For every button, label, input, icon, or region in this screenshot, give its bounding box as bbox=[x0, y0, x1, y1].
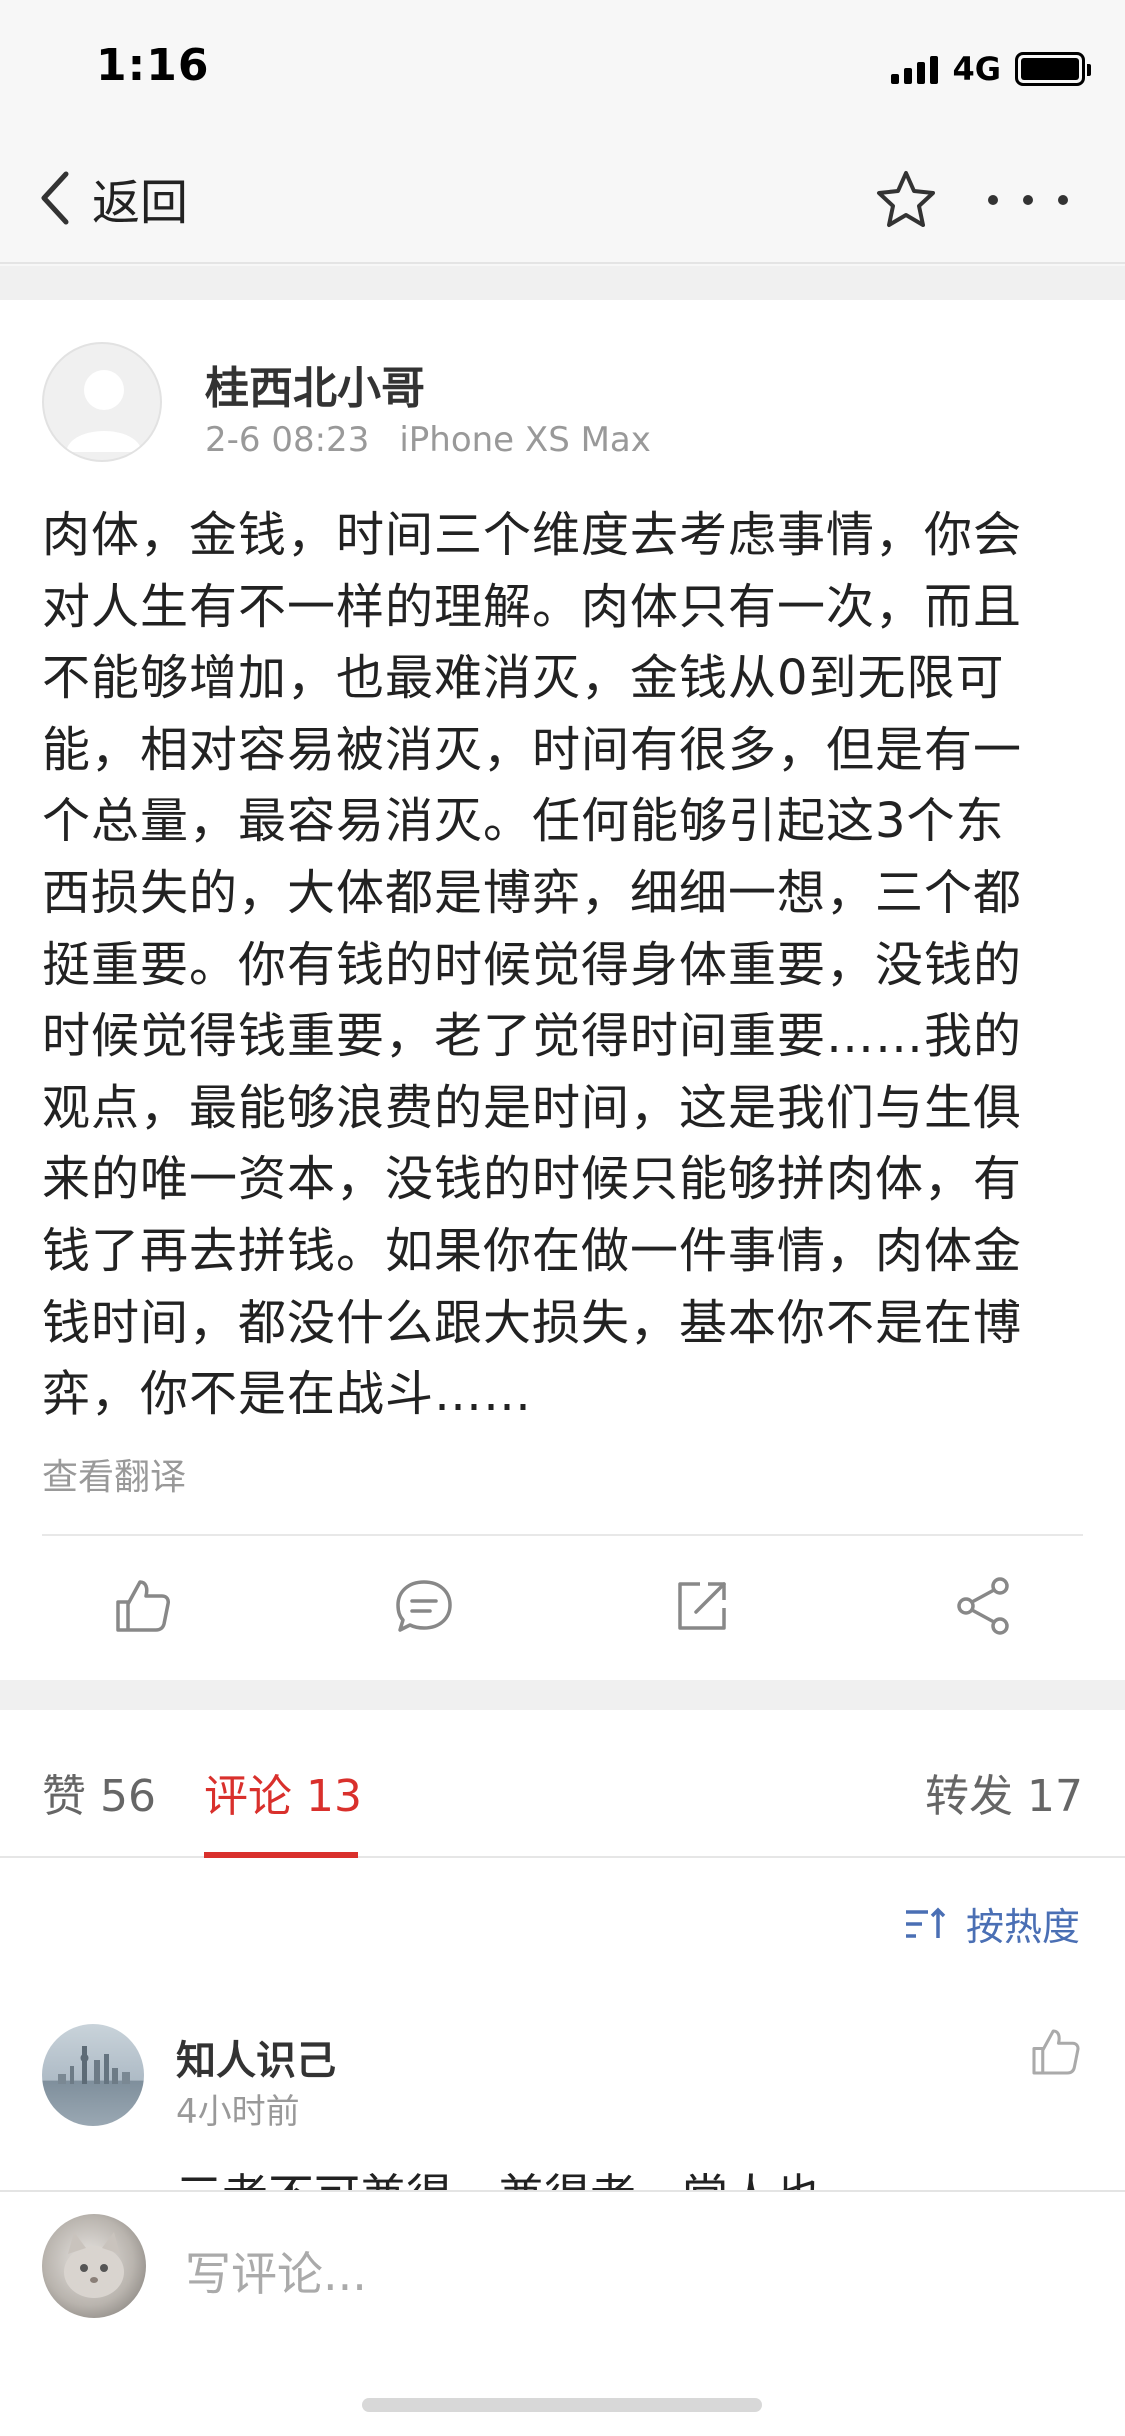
section-gap bbox=[0, 1680, 1125, 1710]
status-time: 1:16 bbox=[96, 40, 210, 91]
post-line: 观点，最能够浪费的是时间，这是我们与生俱 bbox=[42, 1079, 1023, 1136]
post-line: 不能够增加，也最难消灭，金钱从0到无限可 bbox=[42, 650, 1005, 707]
author-name[interactable]: 桂西北小哥 bbox=[205, 352, 425, 416]
post-line: 个总量，最容易消灭。任何能够引起这3个东 bbox=[42, 793, 1005, 850]
post-line: 肉体，金钱，时间三个维度去考虑事情，你会 bbox=[42, 507, 1023, 563]
comment-text: 三者不可兼得，兼得者，常人也 bbox=[176, 2160, 820, 2190]
post-line: 钱了再去拼钱。如果你在做一件事情，肉体金 bbox=[42, 1222, 1023, 1279]
tab-bar: 赞 56 评论 13 转发 17 bbox=[0, 1710, 1125, 1858]
section-gap bbox=[0, 266, 1125, 300]
comment-icon bbox=[396, 1580, 452, 1632]
comment-time: 4小时前 bbox=[176, 2092, 300, 2132]
status-bar: 1:16 4G bbox=[0, 0, 1125, 132]
default-avatar-icon bbox=[66, 370, 142, 452]
chevron-left-icon bbox=[41, 171, 69, 225]
sort-label: 按热度 bbox=[965, 1905, 1080, 1949]
status-indicators: 4G bbox=[891, 50, 1091, 88]
like-button[interactable] bbox=[110, 1574, 174, 1638]
post-meta: 2-6 08:23 iPhone XS Max bbox=[205, 420, 651, 460]
post-date: 2-6 08:23 bbox=[205, 420, 370, 460]
share-icon bbox=[957, 1577, 1009, 1635]
post-line: 能，相对容易被消灭，时间有很多，但是有一 bbox=[42, 721, 1023, 778]
comment-input[interactable]: 写评论... bbox=[185, 2238, 367, 2304]
tab-reposts[interactable]: 转发 17 bbox=[925, 1760, 1083, 1824]
skyline-photo-icon bbox=[58, 2046, 130, 2084]
post-line: 来的唯一资本，没钱的时候只能够拼肉体，有 bbox=[42, 1151, 1023, 1208]
more-dot-icon bbox=[1058, 195, 1068, 205]
repost-icon bbox=[678, 1582, 726, 1630]
more-button[interactable] bbox=[988, 180, 1068, 220]
post-line: 时候觉得钱重要，老了觉得时间重要……我的 bbox=[42, 1008, 1023, 1065]
commenter-name[interactable]: 知人识己 bbox=[176, 2028, 336, 2086]
comment-input-bar: 写评论... bbox=[0, 2190, 1125, 2436]
share-button[interactable] bbox=[952, 1574, 1016, 1638]
comment-like-button[interactable] bbox=[1027, 2024, 1083, 2080]
user-avatar bbox=[42, 2214, 146, 2318]
post-line: 对人生有不一样的理解。肉体只有一次，而且 bbox=[42, 578, 1023, 635]
active-tab-indicator bbox=[204, 1852, 358, 1858]
post-line: 钱时间，都没什么跟大损失，基本你不是在博 bbox=[42, 1294, 1023, 1351]
post-card: 桂西北小哥 2-6 08:23 iPhone XS Max 肉体，金钱，时间三个… bbox=[0, 300, 1125, 1680]
comment-button[interactable] bbox=[392, 1574, 456, 1638]
more-dot-icon bbox=[988, 195, 998, 205]
network-type: 4G bbox=[952, 50, 1001, 88]
action-bar bbox=[0, 1536, 1125, 1680]
post-body: 肉体，金钱，时间三个维度去考虑事情，你会 对人生有不一样的理解。肉体只有一次，而… bbox=[42, 500, 1088, 1431]
signal-icon bbox=[891, 54, 939, 84]
favorite-button[interactable] bbox=[874, 168, 938, 232]
comments-section: 赞 56 评论 13 转发 17 按热度 知人识己 4小时前 bbox=[0, 1710, 1125, 2190]
star-icon bbox=[877, 171, 935, 227]
nav-bar: 返回 bbox=[0, 132, 1125, 264]
home-indicator bbox=[362, 2398, 762, 2412]
battery-icon bbox=[1015, 52, 1091, 86]
post-line: 弈，你不是在战斗…… bbox=[42, 1366, 533, 1423]
commenter-avatar[interactable] bbox=[42, 2024, 144, 2126]
view-translation-link[interactable]: 查看翻译 bbox=[42, 1448, 186, 1500]
author-avatar[interactable] bbox=[42, 342, 162, 462]
post-line: 挺重要。你有钱的时候觉得身体重要，没钱的 bbox=[42, 936, 1023, 993]
tab-comments[interactable]: 评论 13 bbox=[204, 1760, 362, 1824]
post-device: iPhone XS Max bbox=[399, 420, 651, 460]
post-line: 西损失的，大体都是博弈，细细一想，三个都 bbox=[42, 864, 1023, 921]
sort-button[interactable]: 按热度 bbox=[904, 1896, 1080, 1951]
repost-button[interactable] bbox=[670, 1574, 734, 1638]
more-dot-icon bbox=[1023, 195, 1033, 205]
cat-photo-icon bbox=[64, 2232, 124, 2298]
sort-icon bbox=[905, 1907, 946, 1938]
thumbs-up-icon bbox=[1032, 2029, 1080, 2075]
tab-likes[interactable]: 赞 56 bbox=[42, 1760, 156, 1824]
back-button[interactable]: 返回 bbox=[38, 166, 189, 231]
thumbs-up-icon bbox=[116, 1580, 170, 1632]
back-label: 返回 bbox=[92, 175, 189, 231]
